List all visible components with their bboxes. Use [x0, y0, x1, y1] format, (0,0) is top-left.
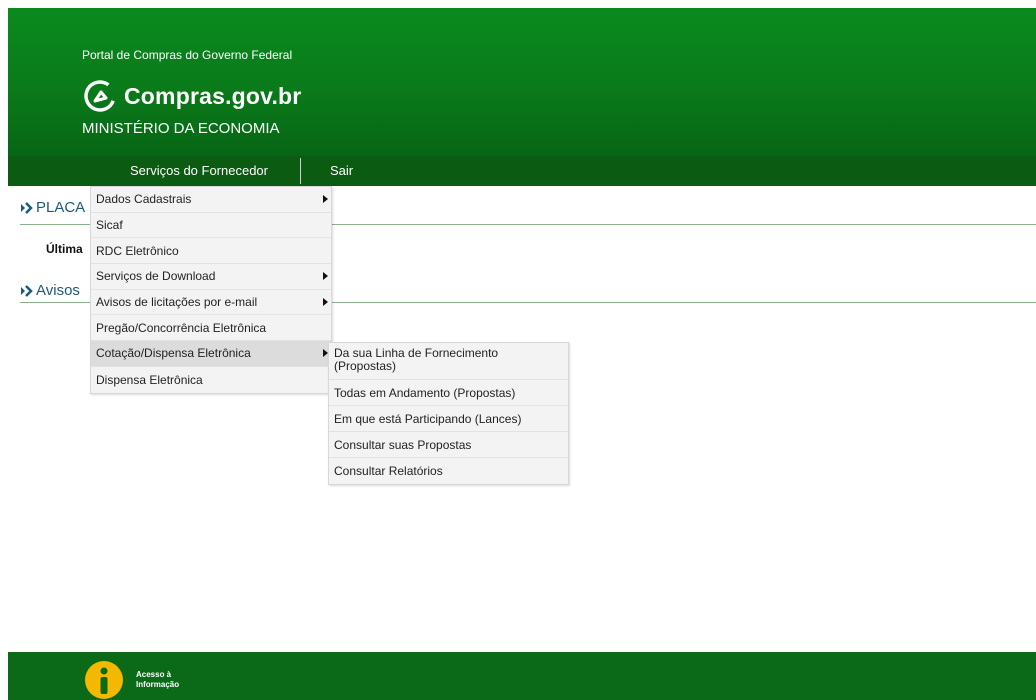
- compras-logo-icon: [84, 80, 116, 112]
- submenu-item-participando[interactable]: Em que está Participando (Lances): [329, 406, 568, 432]
- section-avisos: Avisos: [20, 282, 80, 299]
- menu-item-sicaf[interactable]: Sicaf: [91, 213, 331, 239]
- submenu-item-consultar-propostas[interactable]: Consultar suas Propostas: [329, 432, 568, 458]
- section-placa: PLACA: [20, 199, 85, 216]
- main-nav: Serviços do Fornecedor Sair: [8, 156, 1036, 186]
- nav-supplier-services[interactable]: Serviços do Fornecedor: [98, 156, 300, 186]
- section-avisos-title: Avisos: [36, 282, 80, 299]
- submenu-arrow-icon: [323, 272, 328, 281]
- last-label: Última: [46, 242, 83, 256]
- info-icon[interactable]: [84, 660, 124, 700]
- brand-name: Compras.gov.br: [124, 82, 302, 109]
- submenu-item-linha-fornecimento[interactable]: Da sua Linha de Fornecimento (Propostas): [329, 343, 568, 380]
- section-arrow-icon: [21, 201, 33, 214]
- cotacao-submenu: Da sua Linha de Fornecimento (Propostas)…: [328, 342, 569, 485]
- brand-logo[interactable]: Compras.gov.br: [82, 78, 301, 114]
- menu-item-cotacao[interactable]: Cotação/Dispensa Eletrônica: [91, 341, 331, 367]
- submenu-arrow-icon: [323, 298, 328, 307]
- menu-item-download[interactable]: Serviços de Download: [91, 264, 331, 290]
- access-information-link[interactable]: Acesso à Informação: [136, 670, 179, 690]
- menu-item-rdc[interactable]: RDC Eletrônico: [91, 238, 331, 265]
- menu-item-dados-cadastrais[interactable]: Dados Cadastrais: [91, 187, 331, 213]
- menu-item-pregao[interactable]: Pregão/Concorrência Eletrônica: [91, 315, 331, 342]
- supplier-services-menu: Dados Cadastrais Sicaf RDC Eletrônico Se…: [90, 186, 332, 394]
- submenu-item-todas-andamento[interactable]: Todas em Andamento (Propostas): [329, 380, 568, 406]
- site-footer: Acesso à Informação: [8, 652, 1036, 700]
- access-line-2: Informação: [136, 680, 180, 689]
- section-placa-title: PLACA: [36, 199, 86, 216]
- portal-name: Portal de Compras do Governo Federal: [82, 48, 293, 62]
- submenu-item-consultar-relatorios[interactable]: Consultar Relatórios: [329, 458, 568, 484]
- ministry-name: MINISTÉRIO DA ECONOMIA: [82, 120, 280, 137]
- nav-divider: [300, 158, 301, 184]
- site-header: Portal de Compras do Governo Federal Com…: [8, 8, 1036, 156]
- submenu-arrow-icon: [323, 195, 328, 204]
- access-line-1: Acesso à: [136, 670, 172, 679]
- nav-exit[interactable]: Sair: [330, 156, 353, 186]
- section-arrow-icon: [21, 284, 33, 297]
- menu-item-dispensa[interactable]: Dispensa Eletrônica: [91, 367, 331, 393]
- menu-item-avisos-email[interactable]: Avisos de licitações por e-mail: [91, 290, 331, 316]
